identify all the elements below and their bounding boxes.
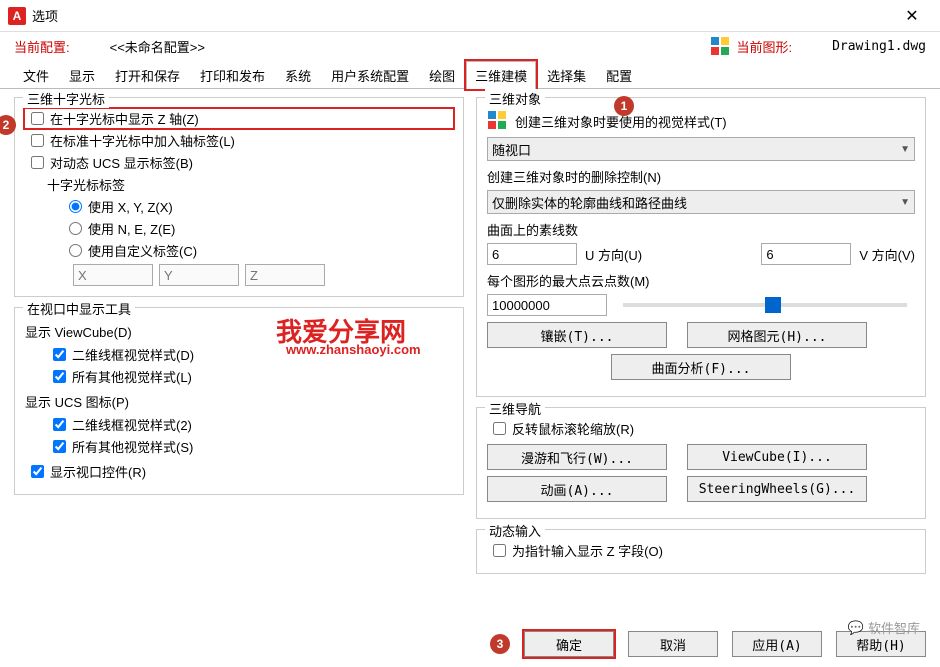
chk-std-labels[interactable]: 在标准十字光标中加入轴标签(L) <box>25 131 453 150</box>
chk-reverse-wheel-label: 反转鼠标滚轮缩放(R) <box>512 419 634 438</box>
radio-custom-label: 使用自定义标签(C) <box>88 241 197 260</box>
chk-ucs-other-label: 所有其他视觉样式(S) <box>72 437 193 456</box>
maxpoints-field[interactable] <box>487 294 607 316</box>
info-row: 当前配置: <<未命名配置>> 当前图形: Drawing1.dwg <box>0 32 940 58</box>
u-label: U 方向(U) <box>585 245 642 264</box>
drawing-value: Drawing1.dwg <box>832 39 926 54</box>
drawing-label: 当前图形: <box>736 37 792 56</box>
radio-xyz-label: 使用 X, Y, Z(X) <box>88 197 173 216</box>
isolines-label: 曲面上的素线数 <box>487 220 915 239</box>
slider-thumb[interactable] <box>765 297 781 313</box>
radio-xyz[interactable]: 使用 X, Y, Z(X) <box>69 197 453 216</box>
chk-dyn-z-label: 为指针输入显示 Z 字段(O) <box>512 541 663 560</box>
viewcube-title: 显示 ViewCube(D) <box>25 322 453 341</box>
callout-1: 1 <box>614 96 634 116</box>
drawing-icon <box>710 36 730 56</box>
custom-z-field[interactable] <box>245 264 325 286</box>
delete-control-label: 创建三维对象时的删除控制(N) <box>487 167 915 186</box>
chk-show-z[interactable]: 在十字光标中显示 Z 轴(Z) <box>25 109 453 128</box>
tab-display[interactable]: 显示 <box>60 61 104 89</box>
tab-file[interactable]: 文件 <box>14 61 58 89</box>
delete-control-select[interactable]: 仅删除实体的轮廓曲线和路径曲线 ▼ <box>487 190 915 214</box>
walk-fly-button[interactable]: 漫游和飞行(W)... <box>487 444 667 470</box>
custom-y-field[interactable] <box>159 264 239 286</box>
chk-ucs-other[interactable]: 所有其他视觉样式(S) <box>47 437 453 456</box>
chk-show-z-label: 在十字光标中显示 Z 轴(Z) <box>50 109 199 128</box>
v-label: V 方向(V) <box>859 245 915 264</box>
ok-button[interactable]: 确定 <box>524 631 614 657</box>
wechat-icon: 💬 <box>848 620 864 636</box>
tab-plot[interactable]: 打印和发布 <box>191 61 274 89</box>
radio-custom[interactable]: 使用自定义标签(C) <box>69 241 453 260</box>
steeringwheels-button[interactable]: SteeringWheels(G)... <box>687 476 867 502</box>
cancel-button[interactable]: 取消 <box>628 631 718 657</box>
animation-button[interactable]: 动画(A)... <box>487 476 667 502</box>
tab-profiles[interactable]: 配置 <box>597 61 641 89</box>
group-viewport-tools-title: 在视口中显示工具 <box>23 299 135 318</box>
brand-text: 软件智库 <box>868 618 920 637</box>
visual-style-value: 随视口 <box>492 140 531 159</box>
maxpoints-label: 每个图形的最大点云点数(M) <box>487 271 915 290</box>
tab-3dmodel[interactable]: 三维建模 <box>466 61 536 89</box>
tab-opensave[interactable]: 打开和保存 <box>106 61 189 89</box>
chevron-down-icon: ▼ <box>900 144 910 155</box>
profile-label: 当前配置: <box>14 37 70 56</box>
chk-vc-2d-label: 二维线框视觉样式(D) <box>72 345 194 364</box>
chk-dyn-z[interactable]: 为指针输入显示 Z 字段(O) <box>487 541 915 560</box>
tessellation-button[interactable]: 镶嵌(T)... <box>487 322 667 348</box>
chk-ucs-2d-label: 二维线框视觉样式(2) <box>72 415 192 434</box>
group-3d-objects-title: 三维对象 <box>485 89 545 108</box>
chk-vp-controls[interactable]: 显示视口控件(R) <box>25 462 453 481</box>
custom-x-field[interactable] <box>73 264 153 286</box>
chk-ucs-labels[interactable]: 对动态 UCS 显示标签(B) <box>25 153 453 172</box>
group-3d-nav-title: 三维导航 <box>485 399 545 418</box>
tab-userpref[interactable]: 用户系统配置 <box>322 61 418 89</box>
close-icon[interactable]: ✕ <box>892 0 932 32</box>
profile-value: <<未命名配置>> <box>110 37 205 56</box>
apply-button[interactable]: 应用(A) <box>732 631 822 657</box>
u-isolines-field[interactable] <box>487 243 577 265</box>
tab-system[interactable]: 系统 <box>276 61 320 89</box>
chk-vp-controls-label: 显示视口控件(R) <box>50 462 146 481</box>
titlebar: A 选项 ✕ <box>0 0 940 32</box>
group-3d-objects: 三维对象 创建三维对象时要使用的视觉样式(T) 随视口 ▼ 创建三维对象时的删除… <box>476 97 926 397</box>
chk-std-labels-label: 在标准十字光标中加入轴标签(L) <box>50 131 235 150</box>
mesh-primitives-button[interactable]: 网格图元(H)... <box>687 322 867 348</box>
v-isolines-field[interactable] <box>761 243 851 265</box>
chk-vc-2d[interactable]: 二维线框视觉样式(D) <box>47 345 453 364</box>
chk-vc-other[interactable]: 所有其他视觉样式(L) <box>47 367 453 386</box>
crosshair-labels-title: 十字光标标签 <box>47 175 453 194</box>
group-crosshair: 三维十字光标 在十字光标中显示 Z 轴(Z) 在标准十字光标中加入轴标签(L) … <box>14 97 464 297</box>
maxpoints-slider[interactable] <box>623 303 907 307</box>
titlebar-title: 选项 <box>32 6 58 25</box>
visual-style-icon <box>487 110 507 133</box>
tab-select[interactable]: 选择集 <box>538 61 595 89</box>
group-viewport-tools: 在视口中显示工具 显示 ViewCube(D) 二维线框视觉样式(D) 所有其他… <box>14 307 464 495</box>
callout-3: 3 <box>490 634 510 654</box>
radio-nez-label: 使用 N, E, Z(E) <box>88 219 175 238</box>
brand-watermark: 💬 软件智库 <box>848 618 920 637</box>
group-3d-nav: 三维导航 反转鼠标滚轮缩放(R) 漫游和飞行(W)... ViewCube(I)… <box>476 407 926 519</box>
surface-analysis-button[interactable]: 曲面分析(F)... <box>611 354 791 380</box>
tab-draft[interactable]: 绘图 <box>420 61 464 89</box>
tabs: 文件 显示 打开和保存 打印和发布 系统 用户系统配置 绘图 三维建模 选择集 … <box>0 60 940 89</box>
group-dyninput: 动态输入 为指针输入显示 Z 字段(O) <box>476 529 926 574</box>
radio-nez[interactable]: 使用 N, E, Z(E) <box>69 219 453 238</box>
chk-ucs-labels-label: 对动态 UCS 显示标签(B) <box>50 153 193 172</box>
viewcube-button[interactable]: ViewCube(I)... <box>687 444 867 470</box>
group-dyninput-title: 动态输入 <box>485 521 545 540</box>
chk-ucs-2d[interactable]: 二维线框视觉样式(2) <box>47 415 453 434</box>
ucsicon-title: 显示 UCS 图标(P) <box>25 392 453 411</box>
chk-vc-other-label: 所有其他视觉样式(L) <box>72 367 192 386</box>
app-icon: A <box>8 7 26 25</box>
group-crosshair-title: 三维十字光标 <box>23 89 109 108</box>
chk-reverse-wheel[interactable]: 反转鼠标滚轮缩放(R) <box>487 419 915 438</box>
visual-style-select[interactable]: 随视口 ▼ <box>487 137 915 161</box>
chevron-down-icon: ▼ <box>900 197 910 208</box>
delete-control-value: 仅删除实体的轮廓曲线和路径曲线 <box>492 193 687 212</box>
